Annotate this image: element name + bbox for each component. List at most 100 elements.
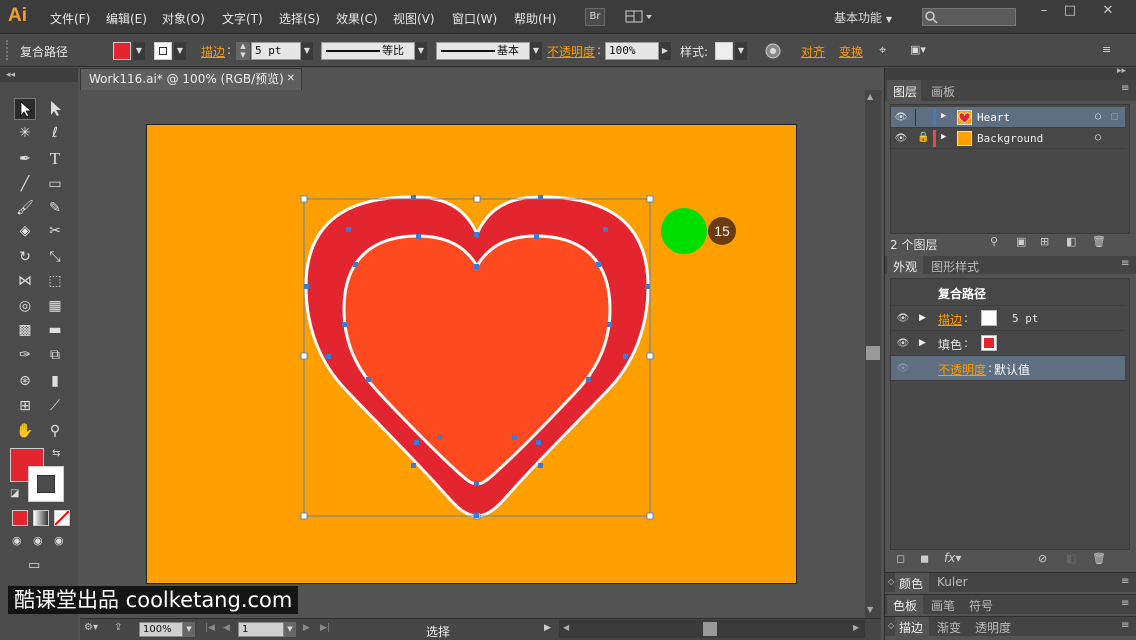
blob-brush-tool-icon[interactable]: ◈ [14,220,36,242]
collapse-arrows-icon[interactable]: ◇ [888,621,894,630]
rotate-tool-icon[interactable]: ↻ [14,246,36,268]
swap-colors-icon[interactable]: ⇆ [52,448,60,459]
stroke-dropdown[interactable]: ▼ [174,42,186,60]
menu-select[interactable]: 选择(S) [279,10,320,27]
pencil-tool-icon[interactable]: ✎ [44,197,66,219]
tab-color[interactable]: 颜色 [895,573,929,592]
layer-row-heart[interactable]: 👁 ▶ Heart ○ [891,107,1125,128]
isolate-icon[interactable]: ⌖ [879,43,886,58]
menu-object[interactable]: 对象(O) [162,10,205,27]
zoom-input[interactable]: 100% [139,622,183,637]
expand-triangle-icon[interactable]: ▶ [941,111,946,121]
pen-tool-icon[interactable]: ✒ [14,148,36,170]
tab-transparency[interactable]: 透明度 [975,619,1011,636]
graphic-style-swatch[interactable] [715,42,733,60]
stroke-link[interactable]: 描边 [938,311,962,328]
visibility-eye-icon[interactable]: 👁 [893,331,913,355]
layers-menu-icon[interactable]: ≡ [1121,83,1129,94]
symbol-sprayer-tool-icon[interactable]: ⊛ [14,370,36,392]
profile-dropdown[interactable]: ▼ [415,42,427,60]
line-tool-icon[interactable]: ╱ [14,173,36,195]
slice-tool-icon[interactable]: ⟋ [44,395,66,417]
tab-swatches[interactable]: 色板 [887,595,923,614]
color-mode-button[interactable] [12,510,28,526]
tools-collapse-handle[interactable]: ◂◂ [0,68,78,82]
menu-view[interactable]: 视图(V) [393,10,435,27]
scroll-right-icon[interactable]: ▶ [853,623,859,632]
menu-file[interactable]: 文件(F) [50,10,90,27]
mesh-tool-icon[interactable]: ▩ [14,319,36,341]
fill-swatch[interactable] [113,42,131,60]
horizontal-scrollbar[interactable]: ◀ ▶ [559,620,865,638]
heart-inner[interactable] [342,234,612,486]
stroke-swatch[interactable] [154,42,172,60]
appearance-menu-icon[interactable]: ≡ [1121,258,1129,269]
stroke-color-box[interactable] [28,466,64,502]
tab-stroke[interactable]: 描边 [895,617,929,636]
menu-type[interactable]: 文字(T) [222,10,263,27]
stroke-weight-input[interactable]: 5 pt [251,42,301,60]
variable-width-profile[interactable]: 等比 [321,42,415,60]
make-clipping-mask-icon[interactable]: ▣ [1016,235,1026,248]
recolor-artwork-button[interactable] [765,43,781,59]
zoom-tool-icon[interactable]: ⚲ [44,420,66,442]
close-button[interactable]: ✕ [1090,2,1126,20]
brush-definition[interactable]: 基本 [436,42,530,60]
opacity-dropdown[interactable]: ▶ [659,42,671,60]
last-artboard-icon[interactable]: ▶| [320,623,330,633]
magic-wand-tool-icon[interactable]: ✳ [14,122,36,144]
target-circle-icon[interactable]: ○ [1095,132,1101,143]
stroke-weight-stepper[interactable]: ▲ ▼ [236,42,250,60]
menu-edit[interactable]: 编辑(E) [106,10,147,27]
menu-help[interactable]: 帮助(H) [514,10,556,27]
status-menu-arrow[interactable]: ▶ [544,623,551,633]
duplicate-item-icon[interactable]: ◧ [1066,552,1076,565]
target-circle-icon[interactable]: ○ [1095,111,1101,122]
menu-effect[interactable]: 效果(C) [336,10,378,27]
stroke-panel-link[interactable]: 描边 [201,43,225,60]
clear-appearance-icon[interactable]: ⊘ [1038,552,1047,565]
tab-artboards[interactable]: 画板 [931,83,955,100]
artboard-dropdown[interactable]: ▼ [284,622,296,637]
transform-panel-link[interactable]: 变换 [839,43,863,60]
default-colors-icon[interactable]: ◪ [10,488,19,499]
tab-gradient[interactable]: 渐变 [937,619,961,636]
appearance-row-stroke[interactable]: 👁 ▶ 描边 : 5 pt [891,306,1125,331]
width-tool-icon[interactable]: ⋈ [14,270,36,292]
h-scroll-thumb[interactable] [703,622,717,636]
visibility-eye-icon[interactable]: 👁 [891,107,911,127]
none-mode-button[interactable] [54,510,70,526]
rectangle-tool-icon[interactable]: ▭ [44,173,66,195]
scroll-left-icon[interactable]: ◀ [563,623,569,632]
gradient-tool-icon[interactable]: ▬ [44,319,66,341]
swatches-menu-icon[interactable]: ≡ [1121,598,1129,609]
opacity-input[interactable]: 100% [605,42,659,60]
menu-window[interactable]: 窗口(W) [452,10,497,27]
collapse-arrows-icon[interactable]: ◇ [888,577,894,586]
lock-icon[interactable]: 🔒 [917,132,929,143]
prev-artboard-icon[interactable]: ◀ [223,623,230,633]
add-fill-icon[interactable]: ◼ [920,552,929,565]
next-artboard-icon[interactable]: ▶ [303,623,310,633]
opacity-link[interactable]: 不透明度 [938,361,986,378]
stroke-weight-value[interactable]: 5 pt [1012,312,1039,325]
scroll-up-icon[interactable]: ▲ [867,92,873,101]
tab-appearance[interactable]: 外观 [887,256,923,274]
type-tool-icon[interactable]: T [44,148,66,170]
tab-symbols[interactable]: 符号 [969,597,993,614]
scroll-down-icon[interactable]: ▼ [867,605,873,614]
vertical-scrollbar[interactable]: ▲ ▼ [865,90,881,618]
shape-builder-tool-icon[interactable]: ◎ [14,295,36,317]
control-bar-menu-icon[interactable]: ≡ [1102,43,1111,56]
zoom-dropdown[interactable]: ▼ [183,622,195,637]
maximize-button[interactable]: □ [1058,2,1082,20]
visibility-eye-icon[interactable]: 👁 [893,306,913,330]
layer-name[interactable]: Heart [977,111,1010,124]
canvas-area[interactable]: 15 [80,90,865,618]
graph-tool-icon[interactable]: ▮ [44,370,66,392]
screen-mode-icon[interactable]: ▭ [28,558,40,573]
workspace-switcher[interactable]: 基本功能 ▼ [834,9,892,26]
selection-square-icon[interactable] [1111,113,1118,120]
expand-triangle-icon[interactable]: ▶ [919,338,926,348]
layer-name[interactable]: Background [977,132,1043,145]
